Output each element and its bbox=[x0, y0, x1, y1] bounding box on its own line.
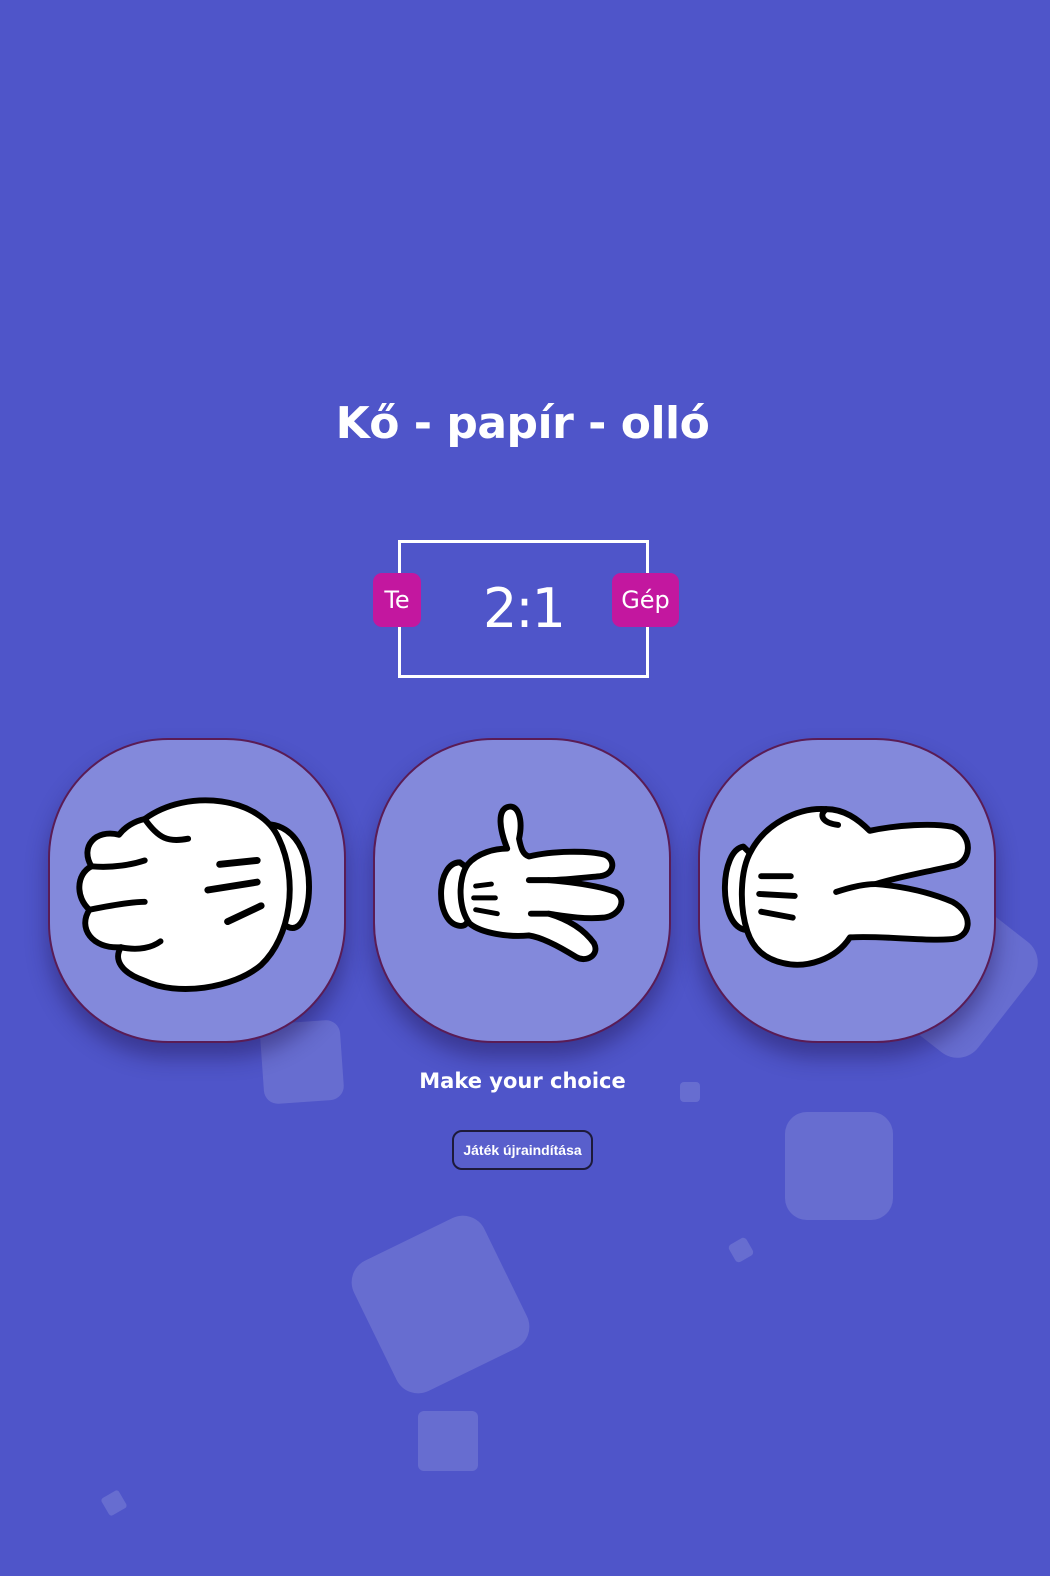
score-display: 2:1 bbox=[483, 577, 566, 640]
scissors-choice-button[interactable] bbox=[698, 738, 996, 1043]
decorative-square bbox=[100, 1489, 128, 1517]
paper-choice-button[interactable] bbox=[373, 738, 671, 1043]
paper-hand-icon bbox=[438, 803, 625, 963]
restart-game-button[interactable]: Játék újraindítása bbox=[452, 1130, 593, 1170]
computer-label-badge: Gép bbox=[612, 573, 679, 627]
rock-choice-button[interactable] bbox=[48, 738, 346, 1043]
user-label-badge: Te bbox=[373, 573, 421, 627]
decorative-square bbox=[785, 1112, 893, 1220]
scissors-hand-icon bbox=[721, 806, 971, 968]
choice-prompt: Make your choice bbox=[419, 1069, 626, 1093]
decorative-square bbox=[727, 1236, 755, 1264]
page-title: Kő - papír - olló bbox=[335, 398, 710, 449]
rock-fist-icon bbox=[76, 797, 312, 992]
decorative-square bbox=[343, 1207, 538, 1402]
decorative-square bbox=[418, 1411, 478, 1471]
